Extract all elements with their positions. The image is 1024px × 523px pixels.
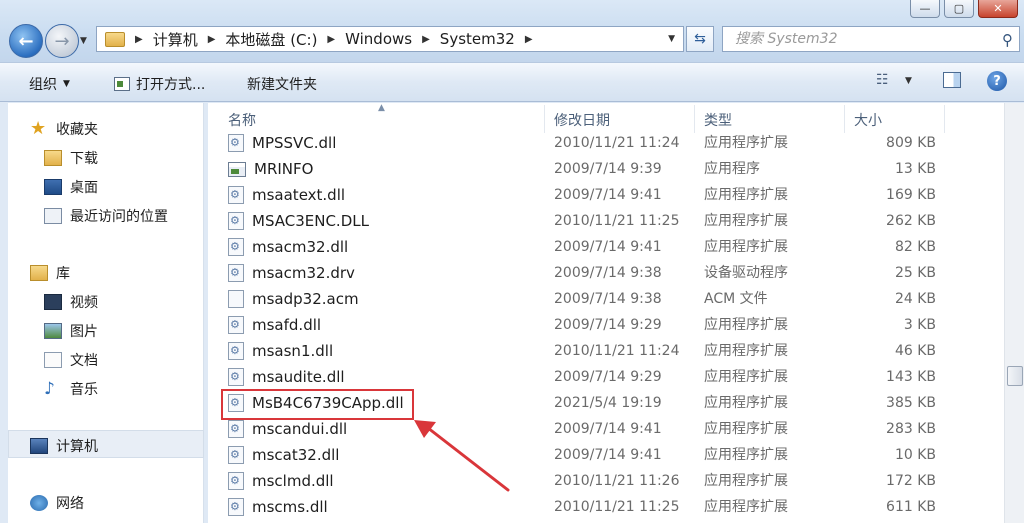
- annotation-arrow: [414, 420, 510, 492]
